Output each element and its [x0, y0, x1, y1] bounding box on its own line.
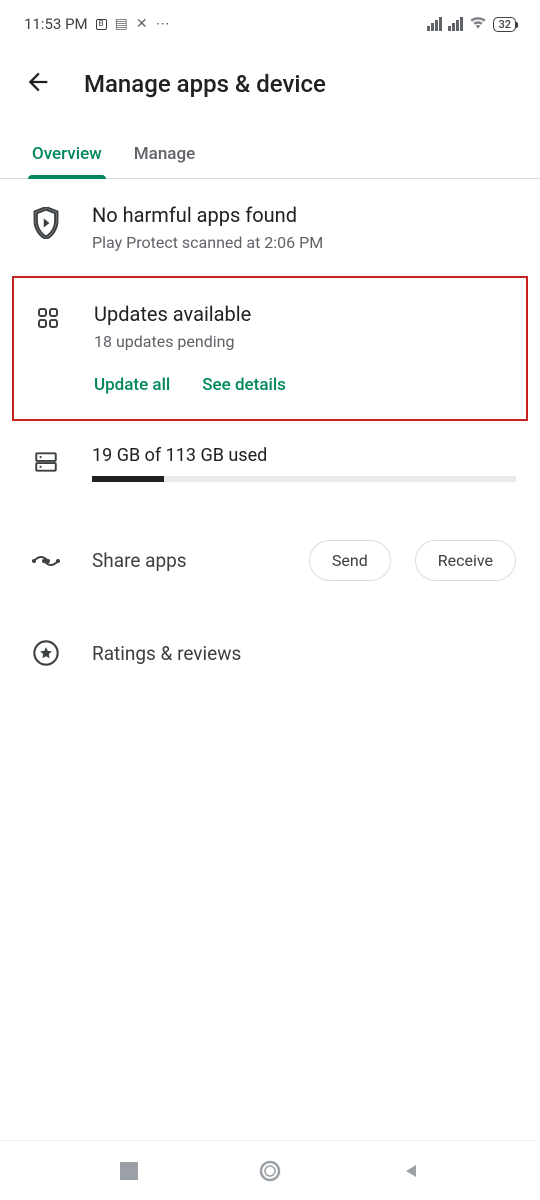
protect-title: No harmful apps found — [92, 203, 516, 227]
updates-title: Updates available — [94, 302, 514, 326]
ratings-label: Ratings & reviews — [92, 642, 241, 665]
see-details-link[interactable]: See details — [202, 375, 286, 395]
protect-subtitle: Play Protect scanned at 2:06 PM — [92, 233, 516, 252]
status-bar: 11:53 PM B ▤ ✕ ⋯ 32 — [0, 0, 540, 48]
star-circle-icon — [24, 639, 68, 667]
send-button[interactable]: Send — [309, 540, 391, 581]
nav-home-button[interactable] — [258, 1159, 282, 1183]
apps-grid-icon — [26, 302, 70, 330]
updates-highlight: Updates available 18 updates pending Upd… — [12, 276, 528, 421]
storage-icon — [24, 445, 68, 475]
signal-icon-1 — [427, 17, 442, 31]
update-all-link[interactable]: Update all — [94, 375, 170, 395]
nav-back-button[interactable] — [402, 1162, 420, 1180]
updates-subtitle: 18 updates pending — [94, 332, 514, 351]
storage-bar — [92, 476, 516, 482]
nav-recent-button[interactable] — [120, 1162, 138, 1180]
back-button[interactable] — [24, 68, 52, 100]
share-icon — [24, 551, 68, 571]
header: Manage apps & device — [0, 48, 540, 130]
battery-icon: 32 — [493, 17, 516, 32]
page-title: Manage apps & device — [84, 70, 326, 98]
updates-row: Updates available 18 updates pending Upd… — [14, 278, 526, 419]
tab-manage[interactable]: Manage — [134, 130, 195, 178]
shield-icon — [24, 203, 68, 239]
nav-bar — [0, 1140, 540, 1200]
wifi-icon — [469, 15, 487, 33]
storage-text: 19 GB of 113 GB used — [92, 445, 516, 466]
status-right: 32 — [427, 15, 516, 33]
status-left: 11:53 PM B ▤ ✕ ⋯ — [24, 15, 170, 33]
notif-b-icon: B — [96, 19, 107, 30]
receive-button[interactable]: Receive — [415, 540, 516, 581]
notif-card-icon: ▤ — [115, 16, 128, 32]
status-time: 11:53 PM — [24, 15, 88, 33]
content: No harmful apps found Play Protect scann… — [0, 179, 540, 691]
storage-row[interactable]: 19 GB of 113 GB used — [0, 421, 540, 506]
play-protect-row[interactable]: No harmful apps found Play Protect scann… — [0, 179, 540, 276]
tabs: Overview Manage — [0, 130, 540, 179]
storage-fill — [92, 476, 164, 482]
share-row: Share apps Send Receive — [0, 506, 540, 615]
tab-overview[interactable]: Overview — [32, 130, 102, 178]
share-label: Share apps — [92, 549, 285, 572]
missed-call-icon: ✕ — [136, 16, 148, 32]
ratings-row[interactable]: Ratings & reviews — [0, 615, 540, 691]
signal-icon-2 — [448, 17, 463, 31]
more-icon: ⋯ — [156, 16, 170, 32]
